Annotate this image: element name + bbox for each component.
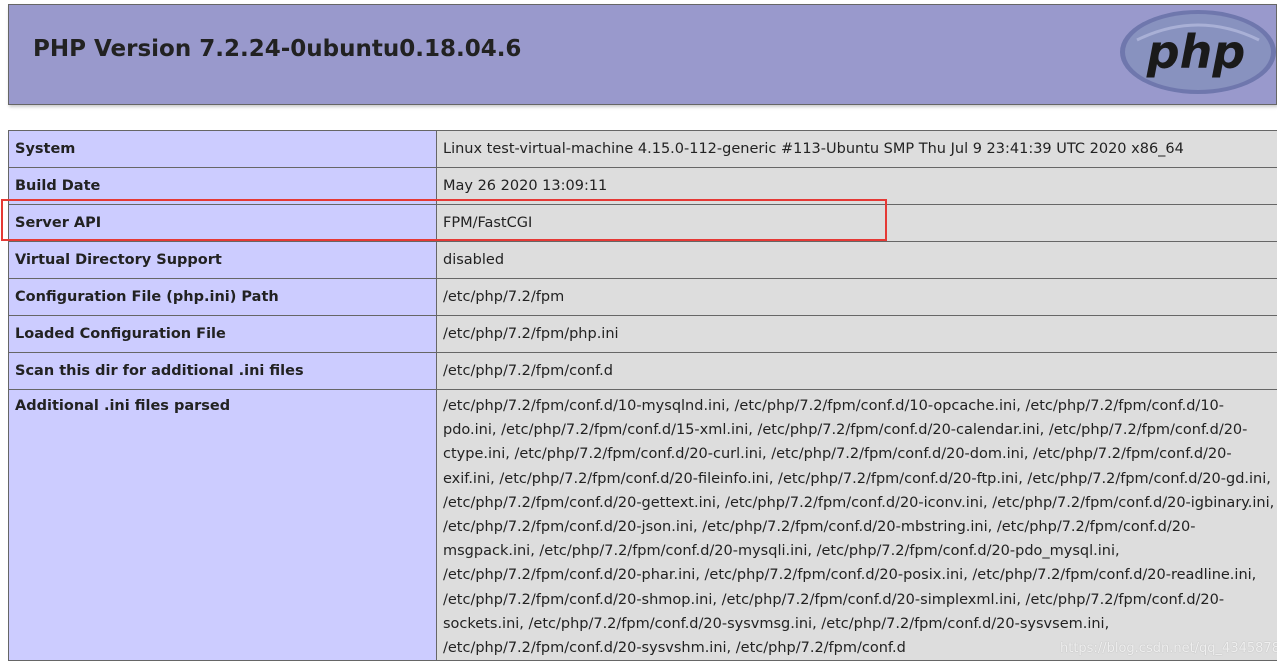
row-value: /etc/php/7.2/fpm <box>436 278 1277 316</box>
php-logo-text: php <box>1146 25 1246 79</box>
row-value: disabled <box>436 241 1277 279</box>
row-key: Virtual Directory Support <box>8 241 437 279</box>
table-row-loaded-config-file: Loaded Configuration File /etc/php/7.2/f… <box>8 315 1277 353</box>
row-value: /etc/php/7.2/fpm/php.ini <box>436 315 1277 353</box>
row-value: Linux test-virtual-machine 4.15.0-112-ge… <box>436 130 1277 168</box>
php-logo: php <box>1120 10 1276 94</box>
php-info-table: System Linux test-virtual-machine 4.15.0… <box>8 130 1277 662</box>
table-row-additional-ini-files: Additional .ini files parsed /etc/php/7.… <box>8 388 1277 662</box>
row-value: May 26 2020 13:09:11 <box>436 167 1277 205</box>
watermark: https://blog.csdn.net/qq_43458780 <box>1060 641 1277 656</box>
table-row-build-date: Build Date May 26 2020 13:09:11 <box>8 167 1277 205</box>
row-value: FPM/FastCGI <box>436 204 1277 242</box>
row-key: Additional .ini files parsed <box>8 388 437 662</box>
row-key: Loaded Configuration File <box>8 315 437 353</box>
row-value: /etc/php/7.2/fpm/conf.d <box>436 352 1277 390</box>
row-key: Configuration File (php.ini) Path <box>8 278 437 316</box>
phpinfo-header: PHP Version 7.2.24-0ubuntu0.18.04.6 <box>8 4 1277 105</box>
page-title: PHP Version 7.2.24-0ubuntu0.18.04.6 <box>33 36 522 62</box>
row-key: Server API <box>8 204 437 242</box>
row-value: /etc/php/7.2/fpm/conf.d/10-mysqlnd.ini, … <box>436 388 1277 662</box>
row-key: Build Date <box>8 167 437 205</box>
table-row-virtual-directory-support: Virtual Directory Support disabled <box>8 241 1277 279</box>
table-row-scan-dir: Scan this dir for additional .ini files … <box>8 352 1277 390</box>
table-row-config-file-path: Configuration File (php.ini) Path /etc/p… <box>8 278 1277 316</box>
row-key: Scan this dir for additional .ini files <box>8 352 437 390</box>
table-row-server-api: Server API FPM/FastCGI <box>8 204 1277 242</box>
row-key: System <box>8 130 437 168</box>
table-row-system: System Linux test-virtual-machine 4.15.0… <box>8 130 1277 168</box>
